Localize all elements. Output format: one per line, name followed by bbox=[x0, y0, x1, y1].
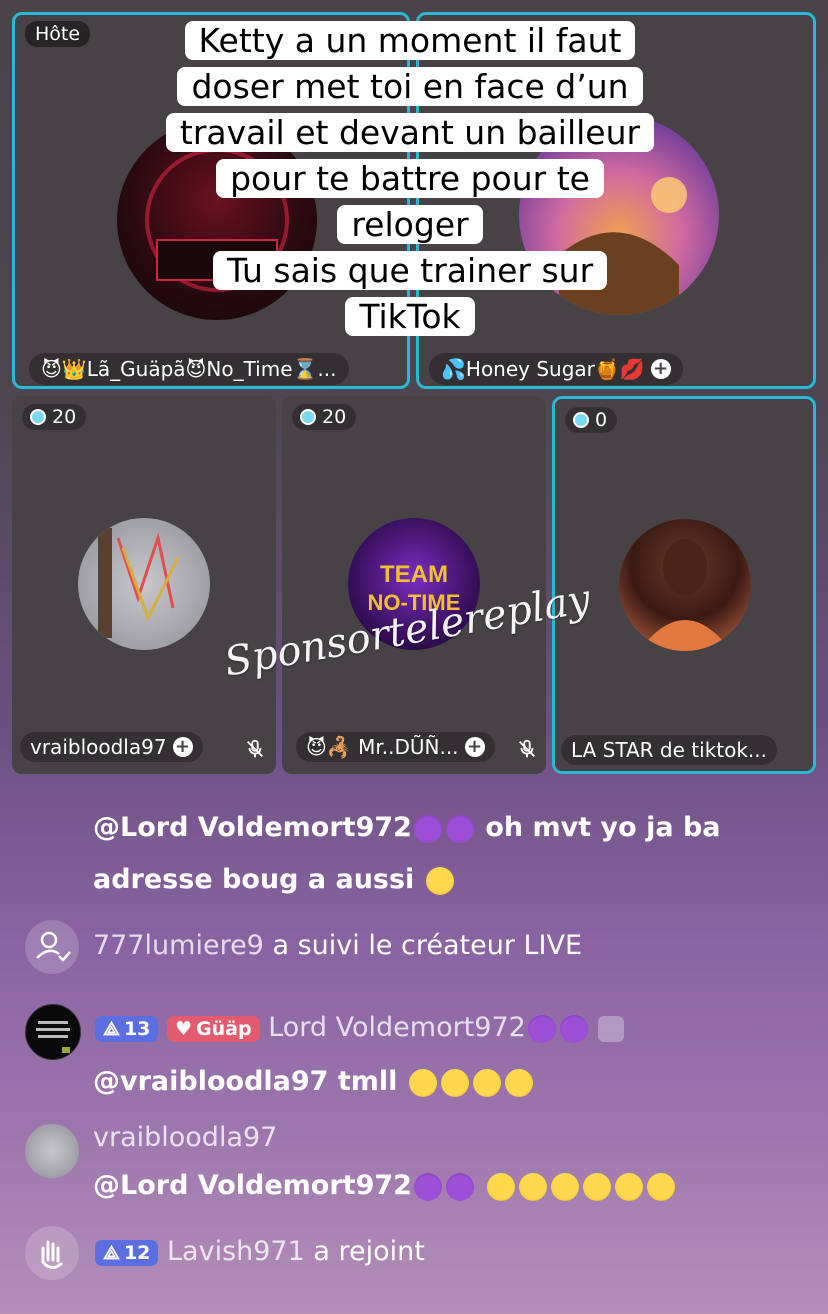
join-notice: ⟁ 12 Lavish971 a rejoint bbox=[95, 1236, 425, 1267]
user-follow-icon bbox=[36, 931, 71, 962]
laugh-emoji bbox=[487, 1172, 516, 1201]
message-text: @vraibloodla97 tmll bbox=[93, 1066, 398, 1097]
guest-name-2: 😈🦂 Mr..DŨÑ... bbox=[306, 735, 459, 759]
avatar-1-art bbox=[98, 528, 180, 638]
level-badge: ⟁ 12 bbox=[95, 1239, 159, 1266]
level-value: 12 bbox=[123, 1241, 151, 1264]
caption-overlay: Ketty a un moment il faut doser met toi … bbox=[150, 18, 670, 340]
host-badge-label: Hôte bbox=[35, 23, 81, 45]
guest-name-pill-3[interactable]: LA STAR de tiktok... bbox=[561, 735, 778, 765]
avatar[interactable] bbox=[25, 1004, 81, 1060]
guest-avatar-3[interactable] bbox=[619, 519, 751, 651]
laugh-emoji bbox=[551, 1172, 580, 1201]
guest-name-3: LA STAR de tiktok... bbox=[571, 738, 768, 762]
caption-line: TikTok bbox=[345, 297, 475, 336]
caption-line: Ketty a un moment il faut bbox=[184, 21, 636, 60]
mention[interactable]: @Lord Voldemort972 bbox=[93, 812, 412, 843]
guest-avatar-1[interactable] bbox=[78, 518, 210, 650]
follow-icon-circle bbox=[25, 920, 79, 974]
host-badge: Hôte bbox=[25, 21, 91, 47]
rofl-emoji bbox=[467, 1063, 506, 1102]
caption-line: pour te battre pour te bbox=[216, 159, 604, 198]
fan-badge-label: Güäp bbox=[196, 1017, 252, 1040]
devil-emoji bbox=[413, 1172, 442, 1201]
chat-message: @Lord Voldemort972 oh mvt yo ja ba bbox=[93, 812, 721, 843]
avatar[interactable] bbox=[25, 1124, 79, 1178]
devil-emoji bbox=[527, 1014, 556, 1043]
laugh-emoji bbox=[615, 1172, 644, 1201]
message-text: oh mvt yo ja ba bbox=[475, 812, 721, 843]
score-icon bbox=[573, 412, 589, 428]
laugh-emoji bbox=[583, 1172, 612, 1201]
score-icon bbox=[300, 409, 316, 425]
guest-name-1: vraibloodla97 bbox=[30, 735, 167, 759]
laugh-emoji bbox=[519, 1172, 548, 1201]
profile-icon bbox=[598, 1015, 625, 1042]
caption-line: Tu sais que trainer sur bbox=[212, 251, 608, 290]
caption-line: travail et devant un bailleur bbox=[165, 113, 655, 152]
username[interactable]: vraibloodla97 bbox=[93, 1122, 277, 1153]
chat-message: @vraibloodla97 tmll bbox=[93, 1063, 538, 1102]
follow-notice: 777lumiere9 a suivi le créateur LIVE bbox=[93, 930, 582, 961]
avatar-3-art bbox=[639, 539, 731, 651]
guest-name-pill-1[interactable]: vraibloodla97 + bbox=[20, 732, 203, 762]
chat-message-header: ⟁ 13 ♥ Güäp Lord Voldemort972 bbox=[95, 1012, 625, 1043]
notice-text: a rejoint bbox=[304, 1236, 425, 1267]
mention[interactable]: @Lord Voldemort972 bbox=[93, 1170, 412, 1201]
rofl-emoji bbox=[499, 1063, 538, 1102]
wave-icon-circle bbox=[25, 1226, 79, 1280]
score-value: 20 bbox=[322, 406, 347, 428]
follow-plus-icon[interactable]: + bbox=[464, 737, 485, 757]
caption-line: doser met toi en face d’un bbox=[177, 67, 643, 106]
username[interactable]: Lavish971 bbox=[167, 1236, 305, 1267]
level-badge: ⟁ 13 bbox=[95, 1015, 159, 1042]
devil-emoji bbox=[413, 814, 442, 843]
score-value: 20 bbox=[52, 406, 77, 428]
mic-muted-icon bbox=[519, 739, 535, 758]
guest-name-pill[interactable]: 💦Honey Sugar🍯💋 + bbox=[429, 353, 683, 385]
chat-message-cont: adresse boug a aussi bbox=[93, 864, 456, 895]
username[interactable]: 777lumiere9 bbox=[93, 930, 264, 961]
mic-muted-icon bbox=[247, 739, 263, 758]
guest-tile-3[interactable]: 0 LA STAR de tiktok... bbox=[552, 396, 816, 774]
host-name: 😈👑Lã_Guäpã😈No_Time⌛... bbox=[41, 357, 337, 381]
guest-name-pill-2[interactable]: 😈🦂 Mr..DŨÑ... + bbox=[296, 732, 495, 762]
laugh-emoji bbox=[425, 866, 454, 895]
follow-plus-icon[interactable]: + bbox=[172, 737, 193, 757]
host-name-pill[interactable]: 😈👑Lã_Guäpã😈No_Time⌛... bbox=[29, 353, 349, 385]
notice-text: a suivi le créateur LIVE bbox=[263, 930, 583, 961]
score-pill: 20 bbox=[22, 404, 87, 430]
angry-devil-emoji bbox=[445, 1172, 474, 1201]
score-pill: 0 bbox=[565, 407, 618, 433]
chat-message: @Lord Voldemort972 bbox=[93, 1170, 677, 1201]
guest-tile-2[interactable]: 20 TEAM NO-TIME 😈🦂 Mr..DŨÑ... + bbox=[282, 396, 546, 774]
guest-tile-1[interactable]: 20 vraibloodla97 + bbox=[12, 396, 276, 774]
caption-line: reloger bbox=[337, 205, 483, 244]
score-value: 0 bbox=[595, 409, 608, 431]
score-icon bbox=[30, 409, 46, 425]
level-value: 13 bbox=[123, 1017, 151, 1040]
avatar-2-logo: TEAM bbox=[380, 561, 448, 588]
follow-plus-icon[interactable]: + bbox=[650, 359, 671, 379]
wave-hand-icon bbox=[41, 1240, 63, 1269]
angry-devil-emoji bbox=[559, 1014, 588, 1043]
rofl-emoji bbox=[435, 1063, 474, 1102]
angry-devil-emoji bbox=[445, 814, 474, 843]
laugh-emoji bbox=[647, 1172, 676, 1201]
score-pill: 20 bbox=[292, 404, 357, 430]
message-text: adresse boug a aussi bbox=[93, 864, 415, 895]
laugh-emoji bbox=[408, 1068, 437, 1097]
fan-badge: ♥ Güäp bbox=[167, 1015, 260, 1042]
username[interactable]: Lord Voldemort972 bbox=[268, 1012, 526, 1043]
avatar-art bbox=[36, 1021, 70, 1053]
guest-name: 💦Honey Sugar🍯💋 bbox=[441, 357, 645, 381]
